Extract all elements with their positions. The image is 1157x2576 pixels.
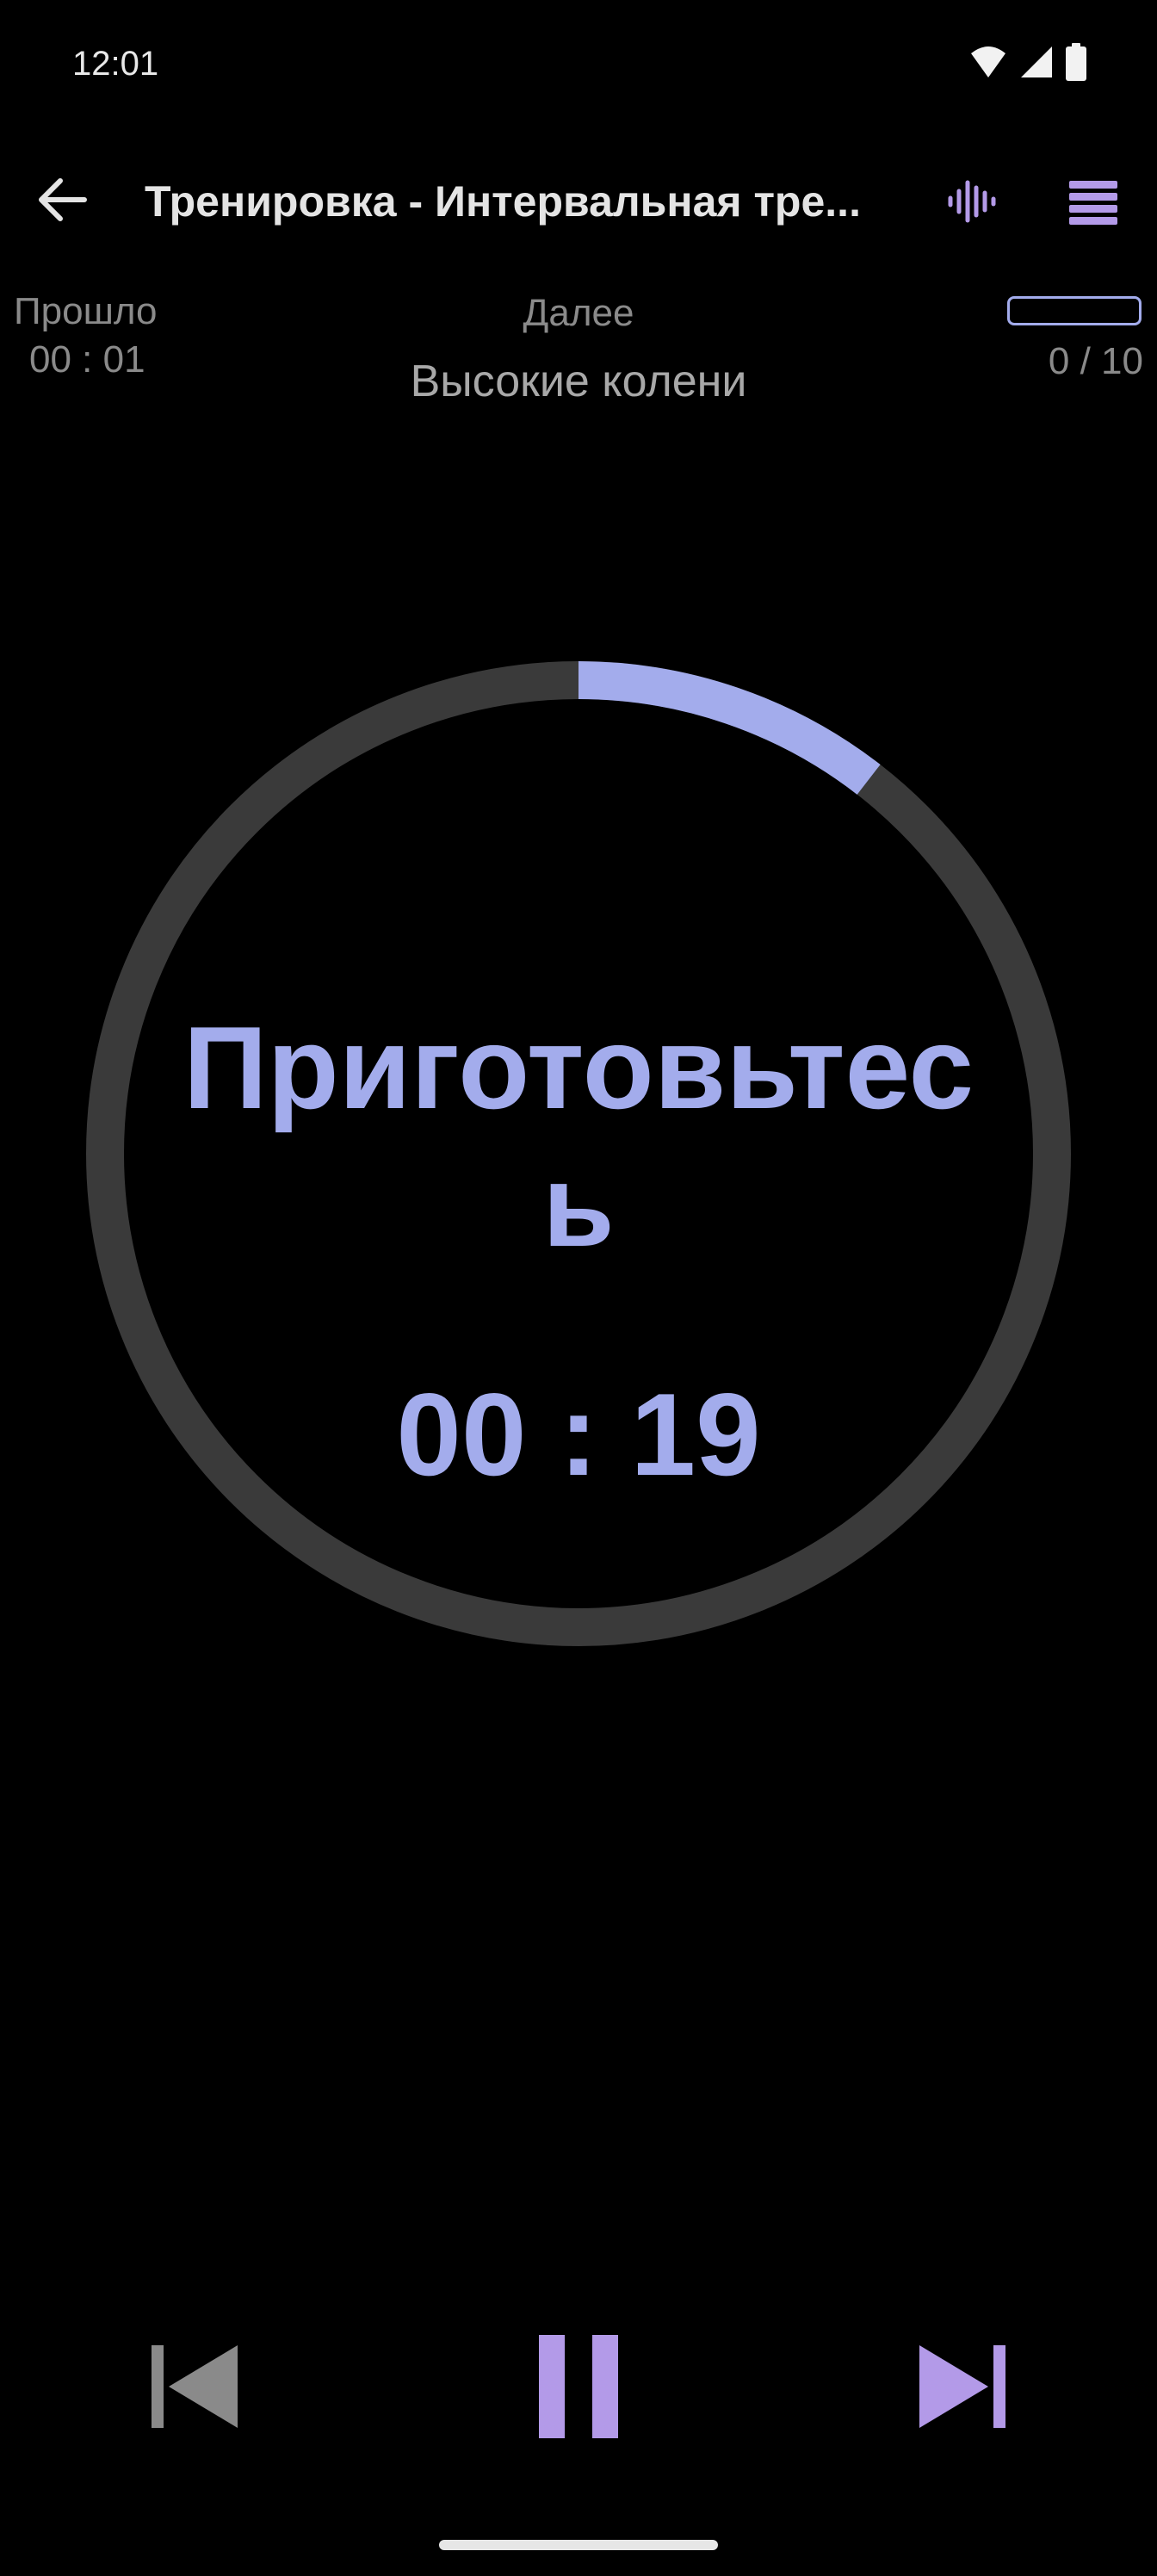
signal-icon	[1021, 46, 1052, 77]
sound-button[interactable]	[938, 169, 1004, 234]
arrow-left-icon	[39, 178, 87, 221]
status-time: 12:01	[72, 45, 159, 83]
menu-icon	[1069, 181, 1117, 225]
page-title: Тренировка - Интервальная тре...	[145, 177, 861, 226]
next-exercise-name: Высокие колени	[410, 356, 747, 406]
pause-button[interactable]	[530, 2330, 627, 2443]
next-exercise-label: Далее	[523, 292, 634, 334]
countdown-timer: 00 : 19	[396, 1369, 761, 1500]
previous-button[interactable]	[145, 2338, 241, 2435]
phase-label: Приготовьтесь	[183, 1002, 974, 1271]
skip-next-icon	[919, 2345, 1005, 2428]
exercise-count: 0 / 10	[1048, 340, 1143, 382]
home-indicator[interactable]	[439, 2540, 718, 2550]
wifi-icon	[971, 46, 1005, 77]
workout-progress-bar	[1007, 296, 1142, 325]
audio-wave-icon	[948, 180, 996, 223]
status-icons	[969, 43, 1086, 81]
back-button[interactable]	[31, 169, 93, 231]
pause-icon	[539, 2335, 618, 2438]
battery-icon	[1066, 43, 1086, 81]
skip-previous-icon	[152, 2345, 238, 2428]
menu-button[interactable]	[1061, 169, 1126, 234]
next-button[interactable]	[916, 2338, 1012, 2435]
